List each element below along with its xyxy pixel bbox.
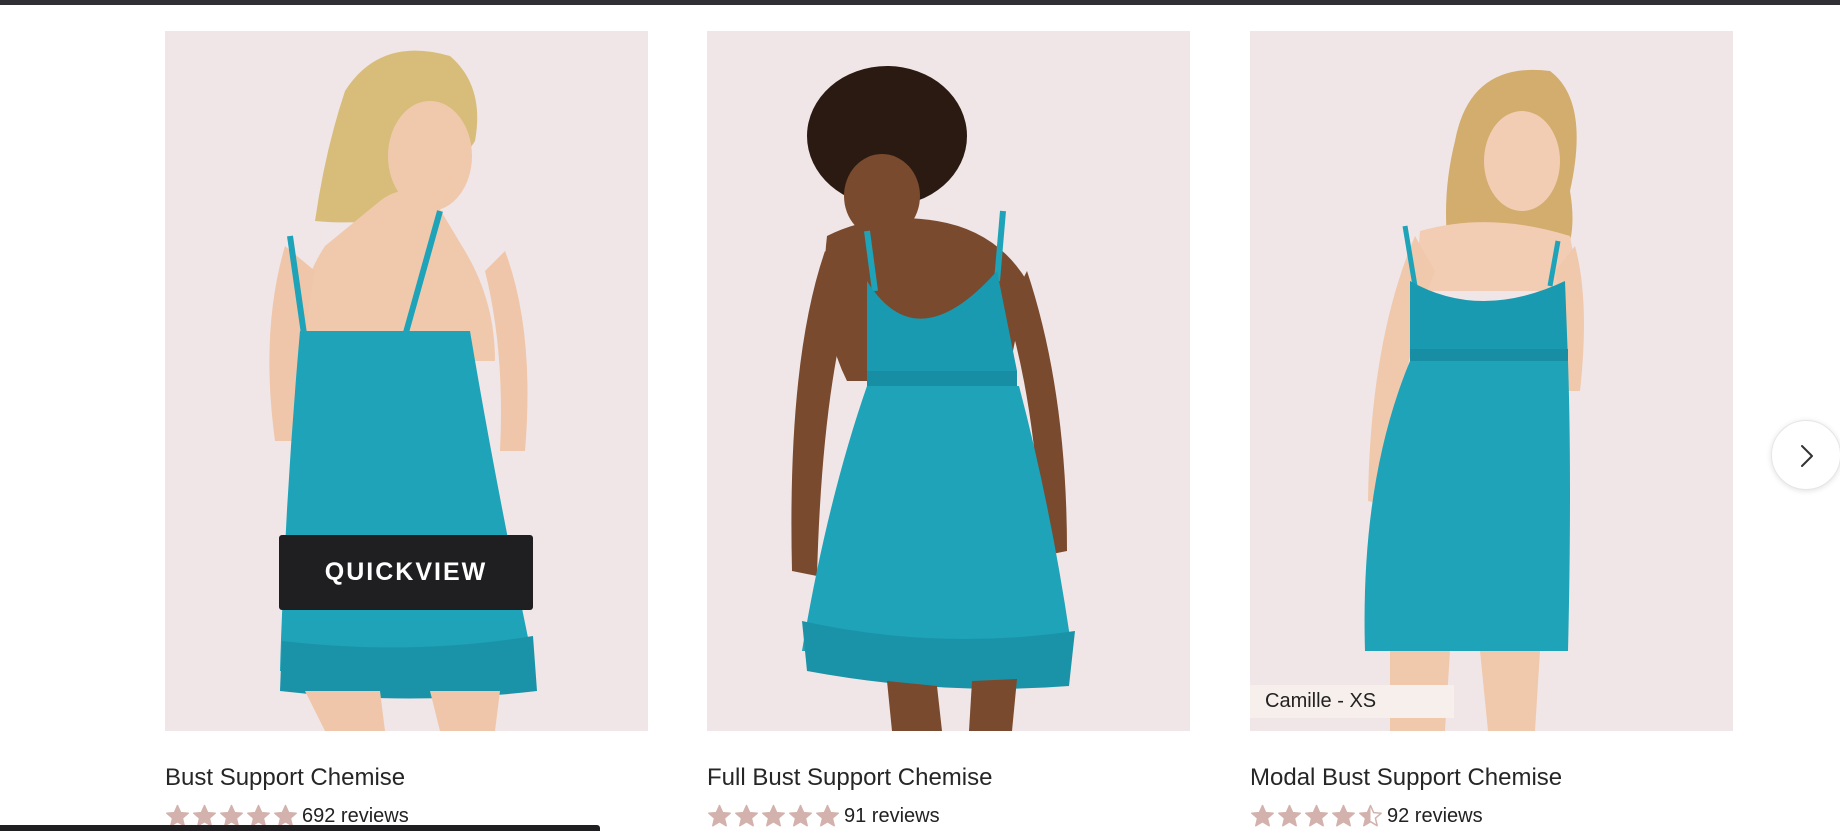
star-icon: [708, 804, 731, 827]
star-icon: [1251, 804, 1274, 827]
product-title[interactable]: Bust Support Chemise: [165, 764, 648, 792]
star-icon: [735, 804, 758, 827]
model-size-tag: Camille - XS: [1250, 685, 1454, 718]
reviews-count[interactable]: 91 reviews: [844, 805, 940, 828]
quickview-button[interactable]: QUICKVIEW: [279, 535, 533, 610]
star-icon: [789, 804, 812, 827]
chevron-right-icon: [1801, 445, 1813, 467]
carousel-next-button[interactable]: [1771, 420, 1840, 490]
star-icon: [816, 804, 839, 827]
star-rating: [1250, 804, 1383, 829]
product-photo-illustration: [1364, 69, 1584, 731]
bottom-bar: [0, 825, 600, 831]
product-card[interactable]: QUICKVIEW Bust Support Chemise 692 revie…: [165, 31, 648, 829]
product-photo-illustration: [791, 66, 1075, 731]
product-card[interactable]: Full Bust Support Chemise 91 reviews: [707, 31, 1190, 829]
star-icon: [762, 804, 785, 827]
product-rating[interactable]: 92 reviews: [1250, 804, 1733, 829]
star-icon: [1332, 804, 1355, 827]
product-title[interactable]: Full Bust Support Chemise: [707, 764, 1190, 792]
product-image[interactable]: [707, 31, 1190, 731]
star-rating: [707, 804, 840, 829]
top-border: [0, 0, 1840, 5]
star-icon: [1305, 804, 1328, 827]
product-rating[interactable]: 91 reviews: [707, 804, 1190, 829]
product-image[interactable]: QUICKVIEW: [165, 31, 648, 731]
product-image[interactable]: Camille - XS: [1250, 31, 1733, 731]
star-icon: [1278, 804, 1301, 827]
reviews-count[interactable]: 92 reviews: [1387, 805, 1483, 828]
product-title[interactable]: Modal Bust Support Chemise: [1250, 764, 1733, 792]
product-card[interactable]: Camille - XS Modal Bust Support Chemise …: [1250, 31, 1733, 829]
star-icon: [1359, 804, 1382, 827]
product-photo-illustration: [269, 50, 537, 731]
